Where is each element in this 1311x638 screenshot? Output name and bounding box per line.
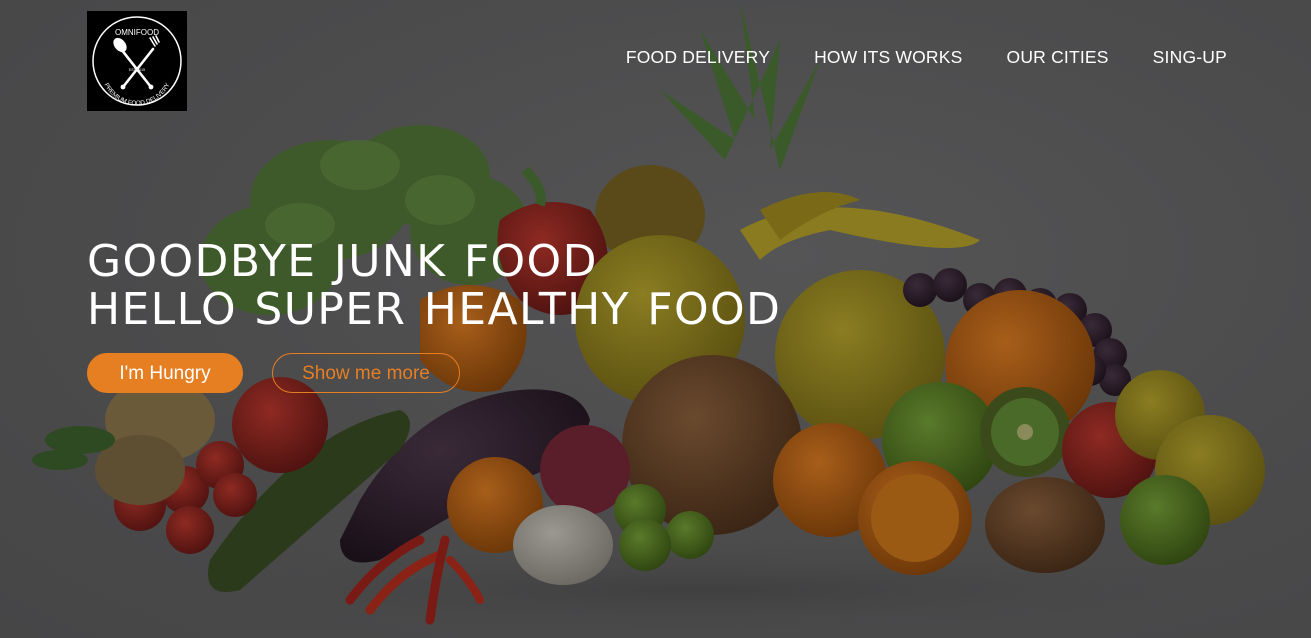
hero-section: OMNIFOOD EST. 2015 PREMIUM FOOD DELIVERY… [0,0,1311,638]
brand-logo[interactable] [87,11,187,111]
show-me-more-button[interactable]: Show me more [272,353,460,393]
nav-how-it-works[interactable]: HOW ITS WORKS [814,46,962,68]
nav-food-delivery[interactable]: FOOD DELIVERY [626,46,770,68]
hero-cta-group: I'm Hungry Show me more [87,353,460,393]
main-nav: FOOD DELIVERY HOW ITS WORKS OUR CITIES S… [582,46,1227,68]
headline-line-2: HELLO SUPER HEALTHY FOOD [87,284,782,335]
im-hungry-button[interactable]: I'm Hungry [87,353,243,393]
spoon-fork-logo-icon [92,16,182,106]
nav-sign-up[interactable]: SING-UP [1153,46,1227,68]
hero-headline: GOODBYE JUNK FOOD HELLO SUPER HEALTHY FO… [87,238,781,334]
headline-line-1: GOODBYE JUNK FOOD [87,236,598,287]
nav-our-cities[interactable]: OUR CITIES [1007,46,1109,68]
